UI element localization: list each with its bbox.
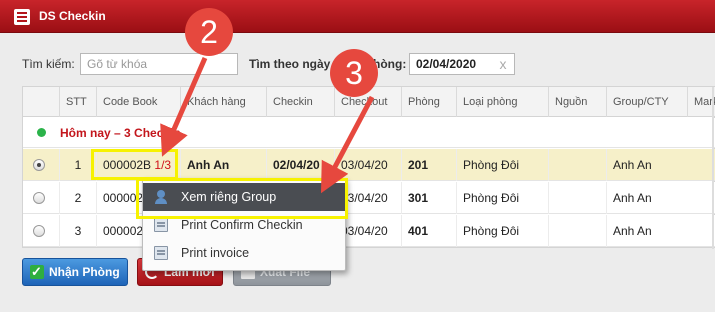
col-stt[interactable]: STT bbox=[59, 87, 96, 117]
cell-stt: 2 bbox=[59, 182, 96, 214]
col-customer[interactable]: Khách hàng bbox=[180, 87, 266, 117]
search-input[interactable] bbox=[80, 53, 238, 75]
table-row[interactable]: 1 000002B 1/3 Anh An 02/04/20 03/04/20 2… bbox=[23, 149, 715, 181]
col-code-book[interactable]: Code Book bbox=[96, 87, 180, 117]
cell-checkout: 03/04/20 bbox=[334, 149, 401, 181]
row-radio[interactable] bbox=[33, 192, 45, 204]
printer-icon bbox=[154, 246, 168, 260]
cell-room: 301 bbox=[401, 182, 456, 214]
cell-room-type: Phòng Đôi bbox=[456, 149, 548, 181]
col-group[interactable]: Group/CTY bbox=[606, 87, 687, 117]
cell-source bbox=[548, 149, 606, 181]
row-radio[interactable] bbox=[33, 225, 45, 237]
cell-group: Anh An bbox=[606, 149, 687, 181]
cell-room-type: Phòng Đôi bbox=[456, 215, 548, 247]
row-radio[interactable] bbox=[33, 159, 45, 171]
check-icon bbox=[30, 259, 44, 285]
col-select bbox=[23, 87, 59, 117]
cell-room: 201 bbox=[401, 149, 456, 181]
clear-date-icon[interactable]: x bbox=[495, 55, 511, 73]
group-fraction: 1/3 bbox=[154, 158, 172, 172]
table-row[interactable]: 2 000002B 03/04/20 301 Phòng Đôi Anh An bbox=[23, 182, 715, 214]
cell-checkin: 02/04/20 bbox=[266, 149, 334, 181]
search-label: Tìm kiếm: bbox=[22, 57, 75, 71]
menu-item-print-invoice[interactable]: Print invoice bbox=[143, 239, 345, 267]
cell-stt: 3 bbox=[59, 215, 96, 247]
table-row[interactable]: 3 000002B 03/04/20 401 Phòng Đôi Anh An bbox=[23, 215, 715, 247]
col-checkin[interactable]: Checkin bbox=[266, 87, 334, 117]
cell-stt: 1 bbox=[59, 149, 96, 181]
list-icon bbox=[14, 9, 30, 25]
user-icon bbox=[154, 190, 168, 204]
cell-room-type: Phòng Đôi bbox=[456, 182, 548, 214]
cell-group: Anh An bbox=[606, 182, 687, 214]
cell-source bbox=[548, 215, 606, 247]
printer-icon bbox=[154, 218, 168, 232]
cell-customer: Anh An bbox=[180, 149, 266, 181]
checkin-table: STT Code Book Khách hàng Checkin Checkou… bbox=[22, 86, 715, 249]
title-bar: DS Checkin bbox=[0, 0, 715, 33]
group-row: Hôm nay – 3 Checkin bbox=[23, 118, 715, 148]
receive-room-button[interactable]: Nhận Phòng bbox=[22, 258, 128, 286]
col-source[interactable]: Nguồn bbox=[548, 87, 606, 117]
cell-group: Anh An bbox=[606, 215, 687, 247]
scrollbar[interactable] bbox=[712, 87, 714, 249]
date-filter-label: Tìm theo ngày nhận phòng: bbox=[249, 57, 407, 71]
window-title: DS Checkin bbox=[39, 9, 106, 23]
step-badge-3: 3 bbox=[330, 49, 378, 97]
menu-item-print-confirm[interactable]: Print Confirm Checkin bbox=[143, 211, 345, 239]
step-badge-2: 2 bbox=[185, 8, 233, 56]
col-room[interactable]: Phòng bbox=[401, 87, 456, 117]
cell-source bbox=[548, 182, 606, 214]
col-mark[interactable]: Mark bbox=[687, 87, 715, 117]
context-menu: Xem riêng Group Print Confirm Checkin Pr… bbox=[142, 178, 346, 271]
group-label: Hôm nay – 3 Checkin bbox=[60, 126, 181, 140]
cell-room: 401 bbox=[401, 215, 456, 247]
col-room-type[interactable]: Loại phòng bbox=[456, 87, 548, 117]
menu-item-view-group[interactable]: Xem riêng Group bbox=[143, 183, 345, 211]
cell-code[interactable]: 000002B 1/3 bbox=[96, 149, 180, 181]
status-dot-icon bbox=[37, 128, 46, 137]
